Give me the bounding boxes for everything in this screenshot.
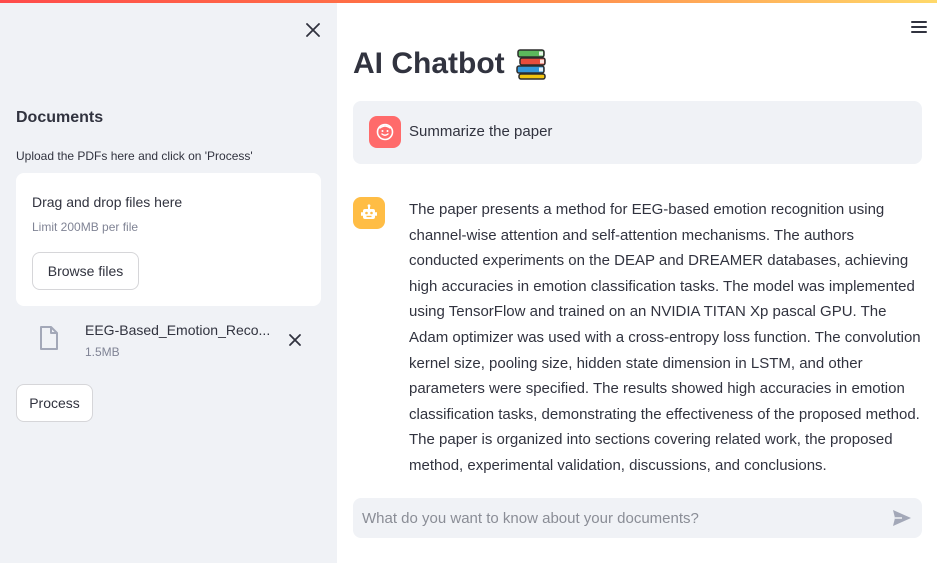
dropzone-limit: Limit 200MB per file <box>32 220 139 234</box>
upload-instructions: Upload the PDFs here and click on 'Proce… <box>16 149 253 163</box>
sidebar-title: Documents <box>16 109 104 126</box>
smile-face-icon <box>376 123 394 141</box>
close-icon <box>289 334 301 346</box>
process-button[interactable]: Process <box>16 384 93 422</box>
file-icon <box>40 326 58 350</box>
sidebar: Documents Upload the PDFs here and click… <box>0 3 337 563</box>
user-avatar <box>369 116 401 148</box>
hamburger-menu-icon <box>911 21 927 33</box>
robot-icon <box>361 204 377 219</box>
main-content: AI Chatbot Summarize the paper The paper… <box>337 3 937 563</box>
dropzone-title: Drag and drop files here <box>32 194 183 210</box>
assistant-avatar <box>353 197 385 229</box>
browse-files-button[interactable]: Browse files <box>32 252 139 290</box>
chat-message-user: Summarize the paper <box>353 101 922 164</box>
close-sidebar-button[interactable] <box>302 19 324 41</box>
send-button[interactable] <box>891 508 913 528</box>
chat-input[interactable] <box>353 498 873 538</box>
file-name: EEG-Based_Emotion_Reco... <box>85 322 271 338</box>
chat-input-container <box>353 498 922 538</box>
books-icon <box>515 49 546 80</box>
file-size: 1.5MB <box>85 345 120 359</box>
page-title-text: AI Chatbot <box>353 47 505 80</box>
close-icon <box>306 23 320 37</box>
main-menu-button[interactable] <box>909 17 929 37</box>
page-title: AI Chatbot <box>353 47 549 81</box>
remove-file-button[interactable] <box>285 330 305 350</box>
user-message-text: Summarize the paper <box>409 123 553 140</box>
file-dropzone[interactable]: Drag and drop files here Limit 200MB per… <box>16 173 321 306</box>
uploaded-file-item: EEG-Based_Emotion_Reco... 1.5MB <box>32 318 322 368</box>
assistant-message-text: The paper presents a method for EEG-base… <box>409 201 921 474</box>
send-icon <box>893 510 911 526</box>
